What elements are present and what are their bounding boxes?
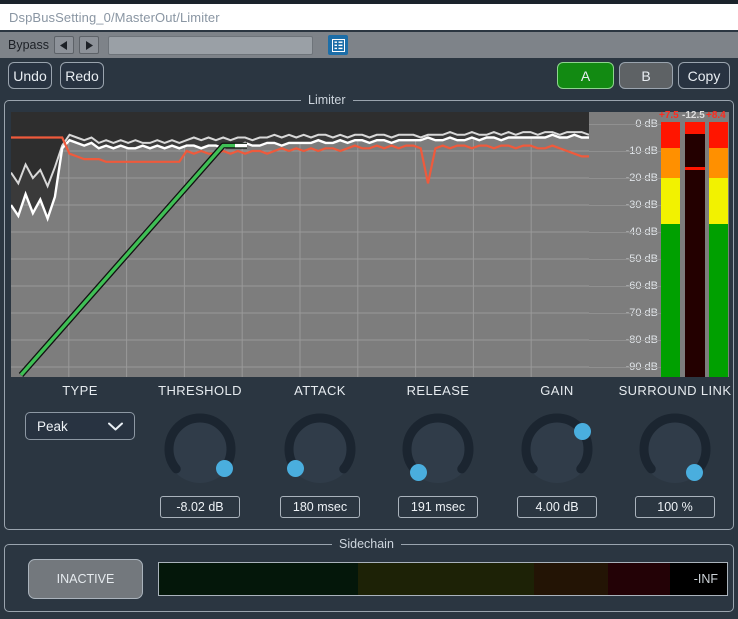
copy-button[interactable]: Copy <box>678 62 730 89</box>
control-label-gain: GAIN <box>540 383 574 398</box>
sidechain-group-legend: Sidechain <box>332 537 401 551</box>
control-row: TYPE Peak THRESHOLD -8.02 dB ATTACK 180 msec R… <box>11 383 731 523</box>
knob-handle-threshold[interactable] <box>215 459 233 477</box>
meter-panel: 0 dB -10 dB -20 dB -30 dB -40 dB -50 dB -60 dB… <box>589 110 729 377</box>
control-surround-link: SURROUND LINK 100 % <box>616 383 734 518</box>
ab-slot-b-button[interactable]: B <box>619 62 673 89</box>
meter-value-right-level: +8.4 <box>706 110 726 121</box>
value-field-attack[interactable]: 180 msec <box>280 496 360 518</box>
gain-reduction-indicator <box>685 167 705 170</box>
preset-field[interactable] <box>108 35 313 55</box>
control-type: TYPE Peak <box>21 383 139 440</box>
title-bar: DspBusSetting_0/MasterOut/Limiter <box>0 4 738 30</box>
knob-threshold[interactable] <box>161 410 239 488</box>
knob-release[interactable] <box>399 410 477 488</box>
meter-scale-gridline <box>589 259 661 260</box>
meter-segment <box>661 178 680 224</box>
limiter-group-legend: Limiter <box>301 93 353 107</box>
meter-bar-gain-reduction <box>685 122 705 377</box>
control-label-threshold: THRESHOLD <box>158 383 242 398</box>
meter-scale-gridline <box>589 151 661 152</box>
meter-scale-gridline <box>589 205 661 206</box>
sidechain-meter-segment <box>533 563 608 595</box>
control-gain: GAIN 4.00 dB <box>498 383 616 518</box>
window-title: DspBusSetting_0/MasterOut/Limiter <box>9 9 220 25</box>
action-button-row: Undo Redo A B Copy <box>0 60 738 92</box>
control-label-surround-link: SURROUND LINK <box>618 383 732 398</box>
control-threshold: THRESHOLD -8.02 dB <box>141 383 259 518</box>
value-field-gain[interactable]: 4.00 dB <box>517 496 597 518</box>
sidechain-meter-segment <box>357 563 534 595</box>
meter-scale-gridline <box>589 367 661 368</box>
meter-scale-gridline <box>589 313 661 314</box>
meter-segment <box>709 224 728 377</box>
type-select[interactable]: Peak <box>25 412 135 440</box>
knob-attack[interactable] <box>281 410 359 488</box>
meter-value-left-level: +7.5 <box>659 110 679 121</box>
control-label-type: TYPE <box>62 383 98 398</box>
redo-button[interactable]: Redo <box>60 62 104 89</box>
type-select-value: Peak <box>37 418 68 434</box>
meter-bar-left <box>661 122 680 377</box>
meter-scale-gridline <box>589 178 661 179</box>
meter-scale-gridline <box>589 340 661 341</box>
value-field-surround-link[interactable]: 100 % <box>635 496 715 518</box>
sidechain-meter-segment <box>159 563 358 595</box>
meter-scale: 0 dB -10 dB -20 dB -30 dB -40 dB -50 dB -60 dB… <box>589 112 661 377</box>
bypass-label: Bypass <box>8 38 49 52</box>
value-field-threshold[interactable]: -8.02 dB <box>160 496 240 518</box>
meter-segment <box>709 122 728 148</box>
meter-segment <box>661 224 680 377</box>
value-field-release[interactable]: 191 msec <box>398 496 478 518</box>
meter-scale-gridline <box>589 286 661 287</box>
meter-bars: +7.5 -12.5 +8.4 <box>659 110 729 377</box>
limiter-graph[interactable] <box>10 112 590 377</box>
sidechain-inactive-button[interactable]: INACTIVE <box>28 559 143 599</box>
knob-handle-gain[interactable] <box>573 422 591 440</box>
limiter-group: Limiter 0 dB -10 dB -20 dB -30 dB -40 dB -50 … <box>4 93 734 530</box>
sidechain-meter: -INF <box>158 562 728 596</box>
graph-canvas <box>10 112 590 377</box>
ab-slot-a-button[interactable]: A <box>557 62 614 89</box>
knob-handle-release[interactable] <box>409 464 427 482</box>
list-grid-icon[interactable] <box>328 35 348 55</box>
meter-scale-gridline <box>589 124 661 125</box>
control-label-release: RELEASE <box>406 383 470 398</box>
control-release: RELEASE 191 msec <box>379 383 497 518</box>
meter-segment <box>709 147 728 179</box>
chevron-down-icon <box>108 419 123 434</box>
knob-gain[interactable] <box>518 410 596 488</box>
plugin-window: DspBusSetting_0/MasterOut/Limiter Bypass… <box>0 0 738 619</box>
sidechain-group: Sidechain INACTIVE -INF <box>4 537 734 612</box>
meter-scale-gridline <box>589 232 661 233</box>
meter-bar-right <box>709 122 728 377</box>
undo-button[interactable]: Undo <box>8 62 52 89</box>
sidechain-meter-segment <box>607 563 671 595</box>
control-attack: ATTACK 180 msec <box>261 383 379 518</box>
gain-reduction-peak <box>685 122 705 134</box>
knob-handle-attack[interactable] <box>287 459 305 477</box>
meter-segment <box>661 122 680 148</box>
prev-preset-button[interactable] <box>54 36 74 54</box>
limiter-graph-area: 0 dB -10 dB -20 dB -30 dB -40 dB -50 dB -60 dB… <box>10 110 729 377</box>
knob-surround-link[interactable] <box>636 410 714 488</box>
bypass-toolbar: Bypass <box>0 32 738 58</box>
meter-segment <box>661 147 680 179</box>
control-label-attack: ATTACK <box>294 383 346 398</box>
next-preset-button[interactable] <box>79 36 99 54</box>
meter-segment <box>709 178 728 224</box>
meter-value-gain-reduction: -12.5 <box>682 110 705 121</box>
sidechain-meter-value: -INF <box>693 572 718 586</box>
